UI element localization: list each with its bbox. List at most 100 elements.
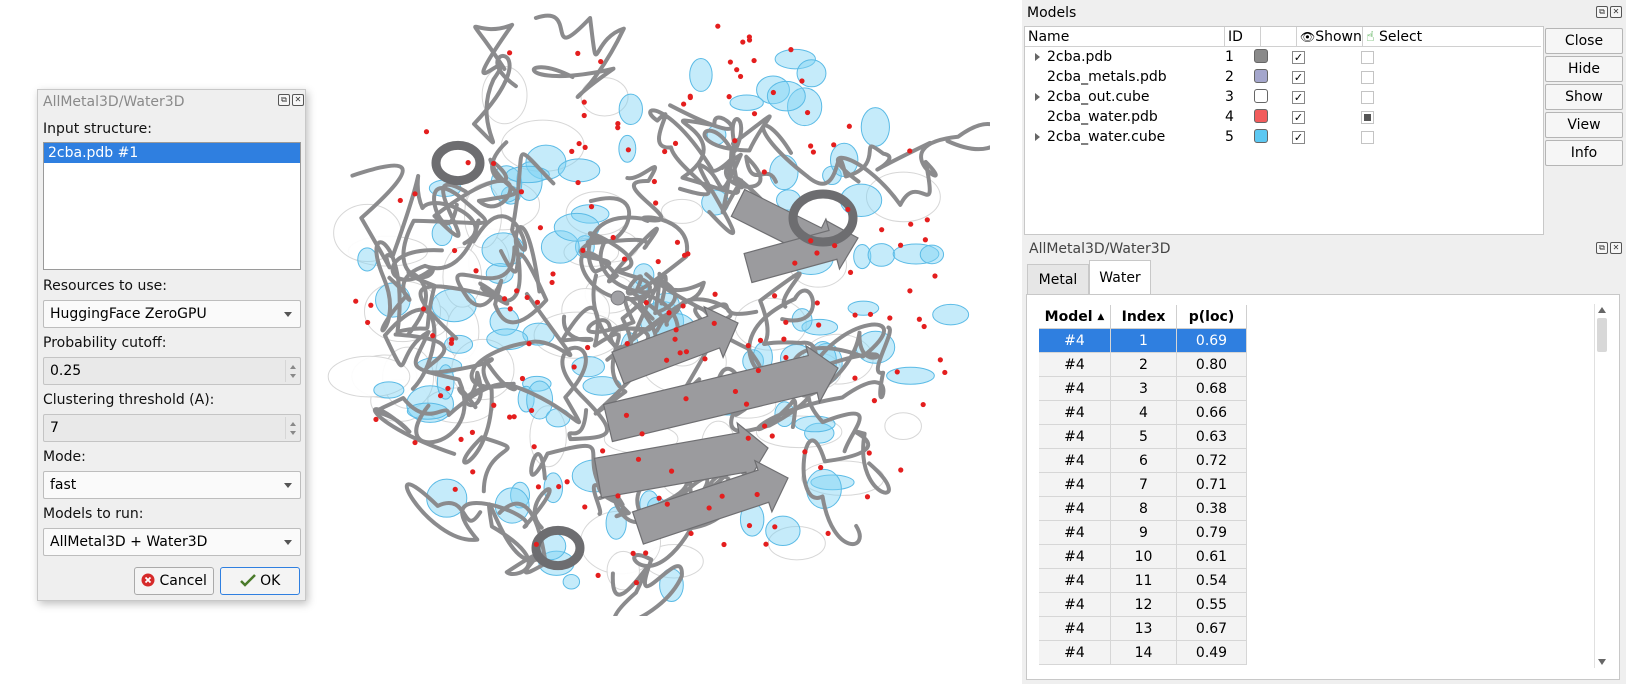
blue-density-blob [571,356,605,378]
results-scrollbar[interactable] [1594,304,1609,668]
undock-icon[interactable]: ⧉ [1596,242,1608,254]
cell-ploc: 0.49 [1177,641,1247,665]
column-header-ploc[interactable]: p(loc) [1177,305,1247,329]
info-button[interactable]: Info [1545,140,1623,166]
column-header-id[interactable]: ID [1225,27,1261,47]
model-color-swatch[interactable] [1254,129,1268,143]
shown-checkbox[interactable]: ✓ [1292,91,1305,104]
resources-value: HuggingFace ZeroGPU [50,306,207,322]
column-header-model[interactable]: Model ▲ [1039,305,1111,329]
column-header-index[interactable]: Index [1111,305,1177,329]
undock-icon[interactable]: ⧉ [278,94,290,106]
scroll-down-icon[interactable] [1598,659,1606,665]
close-icon[interactable]: ✕ [1610,6,1622,18]
model-row[interactable]: 2cba_water.pdb 4 ✓ [1025,107,1541,127]
close-button[interactable]: Close [1545,28,1623,54]
view-button[interactable]: View [1545,112,1623,138]
expand-arrow-icon[interactable] [1035,133,1040,141]
probability-spinbox[interactable]: 0.25 [43,357,301,385]
probability-label: Probability cutoff: [43,335,167,351]
spin-up-icon[interactable] [290,365,296,369]
close-icon[interactable]: ✕ [1610,242,1622,254]
water-atom [799,78,805,84]
shown-checkbox[interactable]: ✓ [1292,71,1305,84]
model-row[interactable]: 2cba.pdb 1 ✓ [1025,47,1541,67]
list-item[interactable]: 2cba.pdb #1 [44,143,300,163]
select-checkbox[interactable] [1361,91,1374,104]
chevron-down-icon [284,312,292,317]
water-atom [832,242,838,249]
probability-value: 0.25 [50,363,82,379]
shown-checkbox[interactable]: ✓ [1292,111,1305,124]
mode-select[interactable]: fast [43,471,301,499]
expand-arrow-icon[interactable] [1035,93,1040,101]
cell-ploc: 0.80 [1177,353,1247,377]
model-color-swatch[interactable] [1254,69,1268,83]
column-header-name[interactable]: Name [1025,27,1225,47]
model-id: 5 [1225,129,1234,145]
show-button[interactable]: Show [1545,84,1623,110]
water-atom [615,493,621,499]
water-atom [656,495,662,501]
undock-icon[interactable]: ⧉ [1596,6,1608,18]
water-atom [666,310,672,316]
model-id: 2 [1225,69,1234,85]
cell-model: #4 [1039,569,1111,593]
select-checkbox[interactable] [1361,71,1374,84]
spin-down-icon[interactable] [290,431,296,435]
water-atom [745,343,751,349]
water-atom [633,580,640,586]
cell-model: #4 [1039,377,1111,401]
cell-ploc: 0.79 [1177,521,1247,545]
scroll-up-icon[interactable] [1598,307,1606,313]
shown-checkbox[interactable]: ✓ [1292,131,1305,144]
select-checkbox[interactable] [1361,111,1374,124]
models-table[interactable]: Name ID 👁Shown ☝ Select 2cba.pdb 1 ✓ 2cba_m… [1024,26,1544,235]
water-atom [595,572,601,578]
water-atom [423,129,430,135]
cell-ploc: 0.54 [1177,569,1247,593]
model-row[interactable]: 2cba_water.cube 5 ✓ [1025,127,1541,147]
hide-button[interactable]: Hide [1545,56,1623,82]
water-atom [580,247,586,253]
molecular-viewport[interactable] [318,8,1003,626]
water-atom [712,291,718,297]
spin-down-icon[interactable] [290,374,296,378]
model-color-swatch[interactable] [1254,109,1268,123]
column-header-select[interactable]: ☝ Select [1363,27,1541,47]
pointer-icon: ☝ [1366,29,1375,45]
expand-arrow-icon[interactable] [1035,53,1040,61]
cancel-button[interactable]: Cancel [134,567,214,595]
clustering-spinbox[interactable]: 7 [43,414,301,442]
cell-index: 2 [1111,353,1177,377]
water-atom [430,333,436,339]
select-checkbox[interactable] [1361,51,1374,64]
allmetal3d-dialog: AllMetal3D/Water3D ⧉ ✕ Input structure: … [37,89,306,601]
close-icon[interactable]: ✕ [292,94,304,106]
resources-select[interactable]: HuggingFace ZeroGPU [43,300,301,328]
cancel-label: Cancel [159,573,207,589]
model-id: 3 [1225,89,1234,105]
shown-checkbox[interactable]: ✓ [1292,51,1305,64]
tab-water[interactable]: Water [1089,260,1151,294]
cell-ploc: 0.72 [1177,449,1247,473]
water-atom [677,350,683,356]
cell-model: #4 [1039,521,1111,545]
ok-button[interactable]: OK [220,567,300,595]
tab-metal[interactable]: Metal [1027,264,1089,294]
water-atom [412,191,418,197]
scroll-thumb[interactable] [1597,318,1607,352]
models-to-run-select[interactable]: AllMetal3D + Water3D [43,528,301,556]
model-color-swatch[interactable] [1254,89,1268,103]
spin-up-icon[interactable] [290,422,296,426]
select-checkbox[interactable] [1361,131,1374,144]
model-row[interactable]: 2cba_out.cube 3 ✓ [1025,87,1541,107]
model-row[interactable]: 2cba_metals.pdb 2 ✓ [1025,67,1541,87]
model-color-swatch[interactable] [1254,49,1268,63]
water-atom [588,204,595,210]
input-structure-list[interactable]: 2cba.pdb #1 [43,142,301,270]
column-header-shown[interactable]: 👁Shown [1297,27,1363,47]
blue-density-blob [932,303,970,326]
water-results-table[interactable]: Model ▲ Index p(loc) #4 1 0.69 #4 2 0.80 #4 3 0.… [1039,305,1249,669]
column-header-color[interactable] [1261,27,1297,47]
